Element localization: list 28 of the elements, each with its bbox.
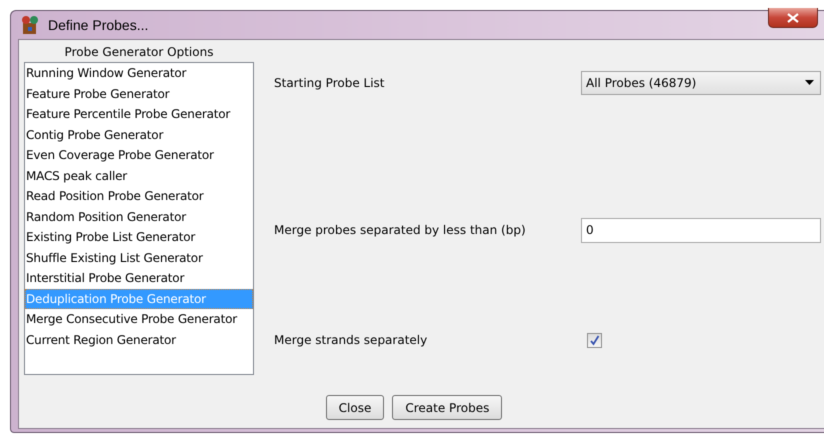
input-field[interactable]: 0: [581, 218, 821, 242]
dialog-button[interactable]: Close: [326, 395, 384, 420]
check-icon: [589, 334, 600, 346]
list-item[interactable]: Shuffle Existing List Generator: [25, 248, 253, 268]
probe-list-dropdown[interactable]: All Probes (46879): [581, 70, 821, 94]
checkbox[interactable]: [587, 332, 602, 348]
list-item[interactable]: Merge Consecutive Probe Generator: [25, 309, 253, 330]
list-item[interactable]: Read Position Probe Generator: [25, 186, 253, 206]
list-item[interactable]: Feature Percentile Probe Generator: [25, 104, 253, 124]
option-label: Merge probes separated by less than (bp): [274, 223, 527, 237]
list-item[interactable]: Running Window Generator: [25, 63, 253, 84]
list-item[interactable]: Feature Probe Generator: [25, 84, 253, 104]
app-icon: [20, 15, 40, 35]
list-item[interactable]: Existing Probe List Generator: [25, 227, 253, 248]
list-item[interactable]: Contig Probe Generator: [25, 124, 253, 145]
list-item[interactable]: Random Position Generator: [25, 206, 253, 227]
option-label: Merge strands separately: [274, 333, 428, 347]
option-label: Starting Probe List: [274, 76, 386, 90]
list-item[interactable]: Interstitial Probe Generator: [25, 268, 253, 288]
list-item[interactable]: MACS peak caller: [25, 166, 253, 186]
list-title: Probe Generator Options: [64, 45, 214, 61]
close-button[interactable]: [768, 8, 818, 28]
caret-icon: [805, 80, 814, 85]
list-item[interactable]: Current Region Generator: [25, 330, 253, 350]
dialog-button[interactable]: Create Probes: [392, 395, 502, 420]
close-icon: [787, 12, 799, 22]
list-item[interactable]: Even Coverage Probe Generator: [25, 145, 253, 166]
window-title: Define Probes...: [48, 17, 148, 33]
